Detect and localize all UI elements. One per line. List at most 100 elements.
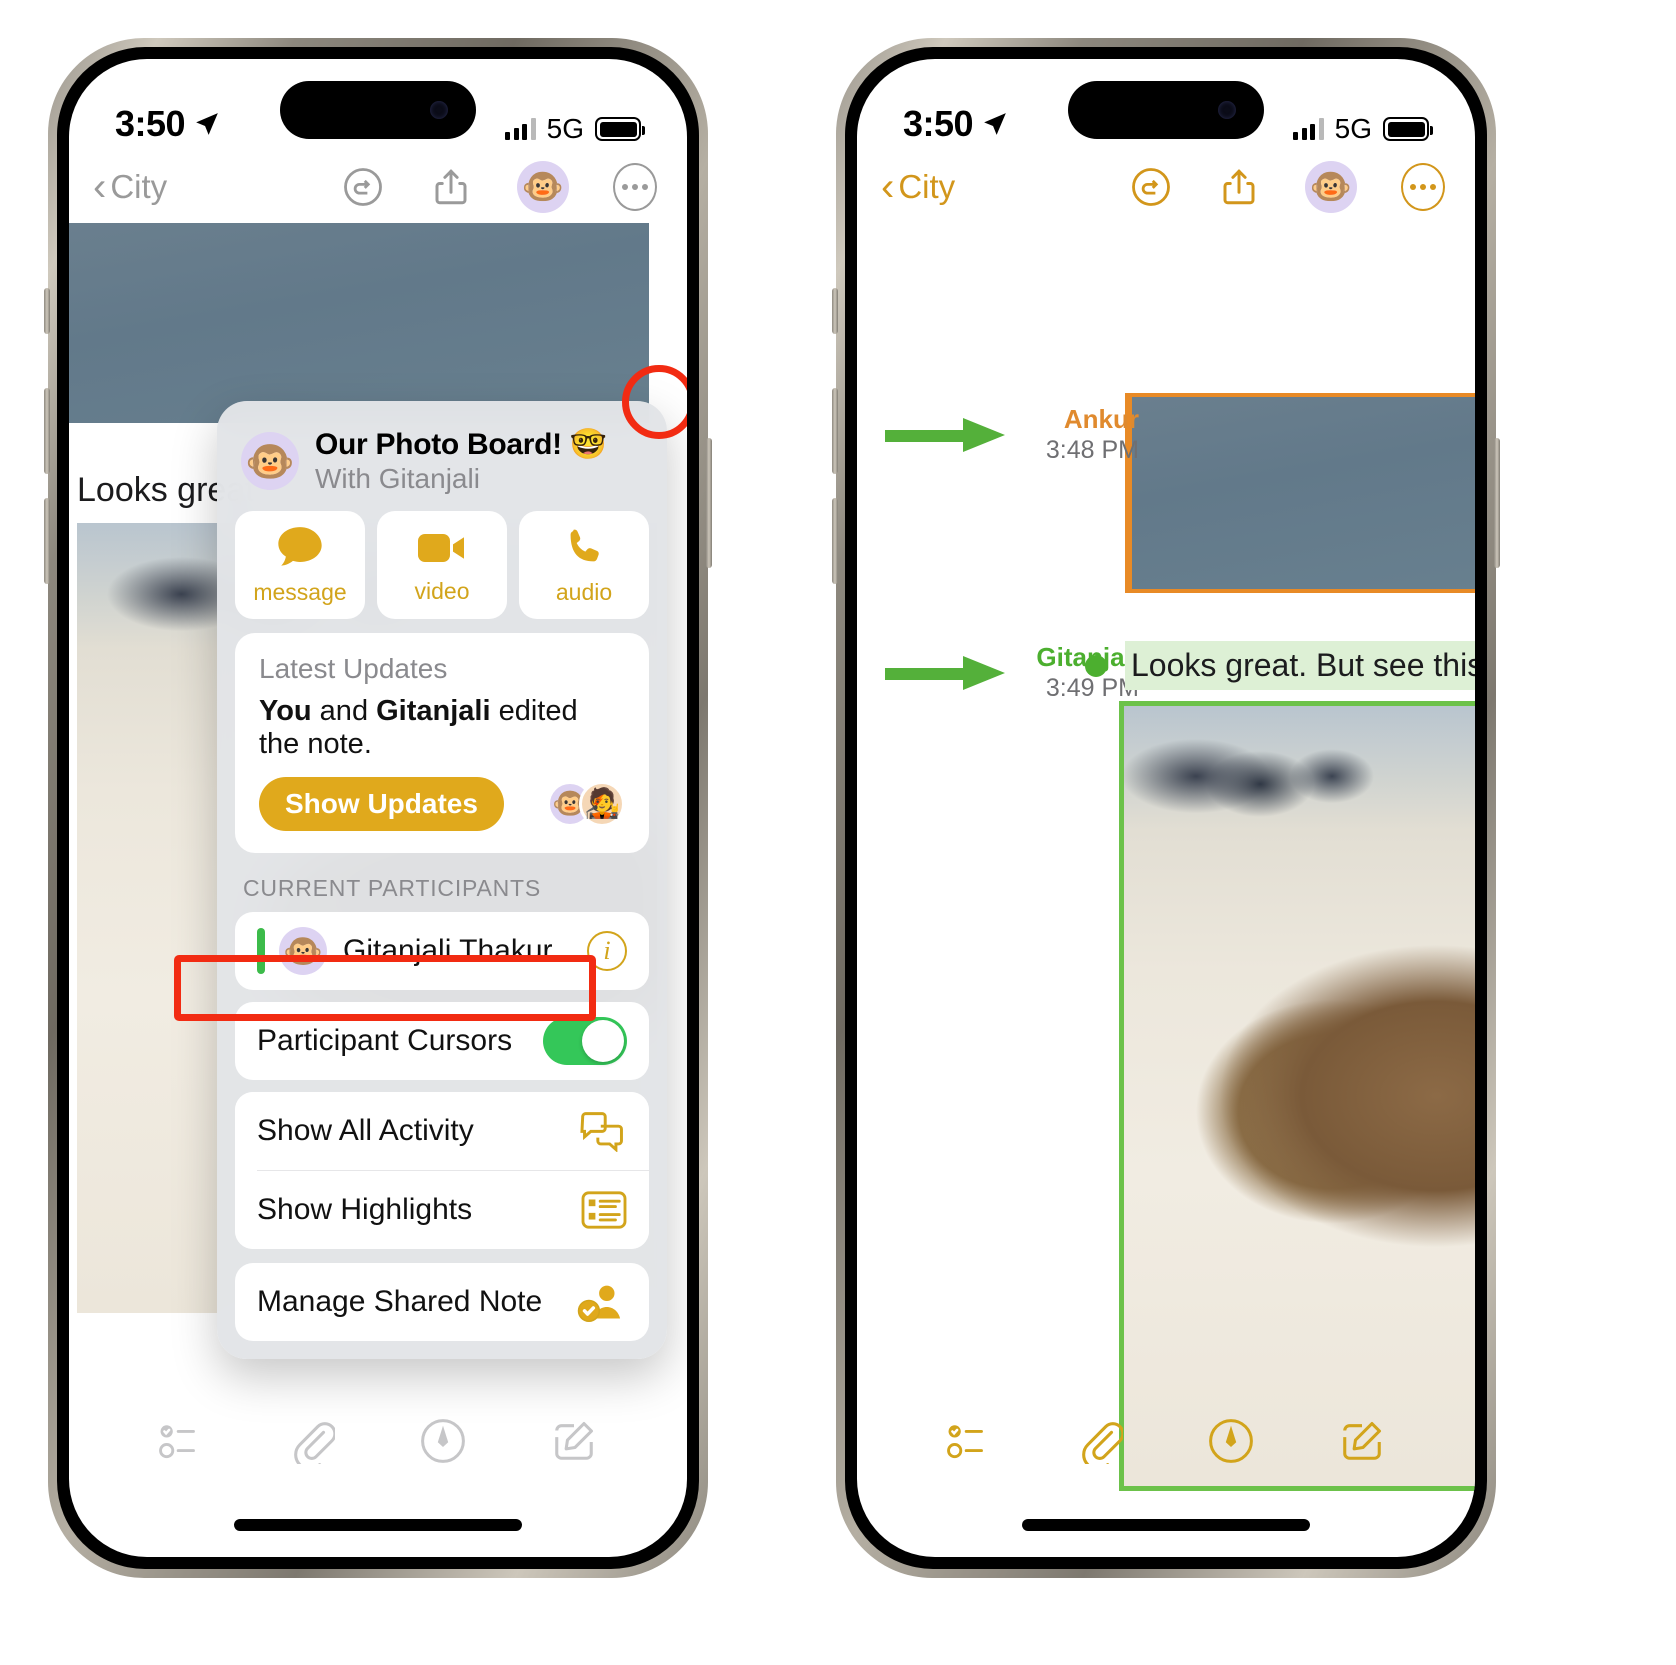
latest-updates-text: You and Gitanjali edited the note. [259,695,625,761]
paperclip-icon[interactable] [289,1418,335,1464]
annotation-name: Gitanjali [1019,642,1139,673]
latest-updates-card: Latest Updates You and Gitanjali edited … [235,633,649,853]
checklist-icon[interactable] [947,1421,993,1461]
green-arrow-icon [885,655,1005,690]
battery-icon [1383,117,1433,141]
manage-shared-note-label: Manage Shared Note [257,1285,543,1318]
cellular-signal-icon [505,118,536,140]
status-time-right: 3:50 [903,103,1008,145]
paperclip-icon[interactable] [1077,1418,1123,1464]
show-all-activity-label: Show All Activity [257,1114,474,1147]
home-indicator [234,1519,522,1531]
screen-right: 3:50 5G ‹ City 🐵 Ankur 3:48 PM 3:49 PM L… [857,59,1475,1557]
back-to-folder-button[interactable]: ‹ City [881,167,955,207]
chevron-left-icon: ‹ [881,165,895,209]
show-updates-button[interactable]: Show Updates [259,777,504,831]
callout-rect-show-highlights [174,955,596,1021]
chevron-left-icon: ‹ [93,165,107,209]
note-body-right: Ankur 3:48 PM Gitanjali 3:49 PM [857,223,1475,1557]
back-to-folder-button[interactable]: ‹ City [93,167,167,207]
cellular-signal-icon [1293,118,1324,140]
share-icon[interactable] [1217,165,1261,209]
markup-pen-icon[interactable] [1207,1417,1255,1465]
note-toolbar-left [69,1401,687,1481]
status-bar-left: 3:50 5G [69,59,687,151]
more-options-button[interactable] [1401,163,1445,211]
green-arrow-icon [885,417,1005,452]
status-time-left: 3:50 [115,103,220,145]
show-highlights-row[interactable]: Show Highlights [235,1171,649,1249]
undo-icon[interactable] [341,165,385,209]
screen-left: 3:50 5G ‹ City 🐵 Looks great 🐵 Our Photo… [69,59,687,1557]
nav-bar-right: ‹ City 🐵 [857,151,1475,223]
phone-right: 3:50 5G ‹ City 🐵 Ankur 3:48 PM 3:49 PM L… [832,38,1500,1578]
activity-menu-group: Show All Activity Show Highlights [235,1092,649,1249]
video-action-label: video [414,577,470,604]
activity-bubbles-icon [579,1110,627,1152]
participant-cursors-toggle[interactable] [543,1017,627,1065]
phone-handset-icon [561,525,607,571]
compose-icon[interactable] [1339,1418,1385,1464]
popup-quick-actions: message video audio [235,511,649,619]
network-label: 5G [1334,113,1372,144]
manage-person-icon [577,1280,627,1324]
note-body-left: Looks great 🐵 Our Photo Board! 🤓 With Gi… [69,223,687,1557]
annotation-time: 3:48 PM [1045,435,1139,464]
note-photo-sky[interactable] [69,223,649,423]
collaborator-avatar-icon[interactable]: 🐵 [517,161,569,213]
more-options-button[interactable] [613,163,657,211]
updates-actor-you: You [259,695,312,727]
network-label: 5G [546,113,584,144]
show-all-activity-row[interactable]: Show All Activity [235,1092,649,1170]
highlighted-photo-camel[interactable] [1119,701,1475,1491]
share-icon[interactable] [429,165,473,209]
updates-actor-other: Gitanjali [376,695,491,727]
audio-action-label: audio [555,578,613,605]
current-participants-header: CURRENT PARTICIPANTS [243,875,541,901]
annotation-ankur: Ankur 3:48 PM [885,404,1139,465]
updates-conjunction: and [311,695,377,727]
audio-action-button[interactable]: audio [519,511,649,619]
popup-avatar-icon: 🐵 [241,432,299,490]
location-arrow-icon [194,111,220,137]
message-action-button[interactable]: message [235,511,365,619]
dynamic-island [1068,81,1264,139]
message-bubble-icon [275,525,325,571]
markup-pen-icon[interactable] [419,1417,467,1465]
phone-left: 3:50 5G ‹ City 🐵 Looks great 🐵 Our Photo… [44,38,712,1578]
show-highlights-label: Show Highlights [257,1193,473,1226]
popup-title: Our Photo Board! 🤓 [315,428,607,461]
popup-subtitle: With Gitanjali [315,463,480,494]
highlighted-photo-sky[interactable] [1125,393,1475,593]
back-label: City [110,168,168,205]
compose-icon[interactable] [551,1418,597,1464]
nav-bar-left: ‹ City 🐵 [69,151,687,223]
back-label: City [898,168,956,205]
avatar-face-2: 🧑‍🎤 [579,781,625,827]
note-toolbar-right [857,1401,1475,1481]
annotation-time: 3:49 PM [1045,673,1139,702]
dynamic-island [280,81,476,139]
location-arrow-icon [982,111,1008,137]
collaboration-popup: 🐵 Our Photo Board! 🤓 With Gitanjali mess… [217,401,667,1359]
highlight-marker-dot [1085,655,1107,677]
collaborator-avatar-icon[interactable]: 🐵 [1305,161,1357,213]
battery-icon [595,117,645,141]
callout-circle-collaborator-avatar [622,365,687,439]
video-camera-icon [416,526,468,570]
highlights-list-icon [581,1189,627,1231]
checklist-icon[interactable] [159,1421,205,1461]
video-action-button[interactable]: video [377,511,507,619]
highlighted-note-text[interactable]: Looks great. But see this: [1125,641,1475,690]
undo-icon[interactable] [1129,165,1173,209]
participant-cursors-label: Participant Cursors [257,1024,513,1057]
home-indicator [1022,1519,1310,1531]
manage-shared-note-row[interactable]: Manage Shared Note [235,1263,649,1341]
popup-header: 🐵 Our Photo Board! 🤓 With Gitanjali [235,417,649,511]
more-options-icon [1401,163,1445,211]
annotation-name: Ankur [1063,404,1139,434]
updates-avatar-stack: 🐵 🧑‍🎤 [547,781,625,827]
latest-updates-heading: Latest Updates [259,653,448,684]
status-bar-right: 3:50 5G [857,59,1475,151]
screenshot-canvas: 3:50 5G ‹ City 🐵 Looks great 🐵 Our Photo… [0,0,1676,1665]
